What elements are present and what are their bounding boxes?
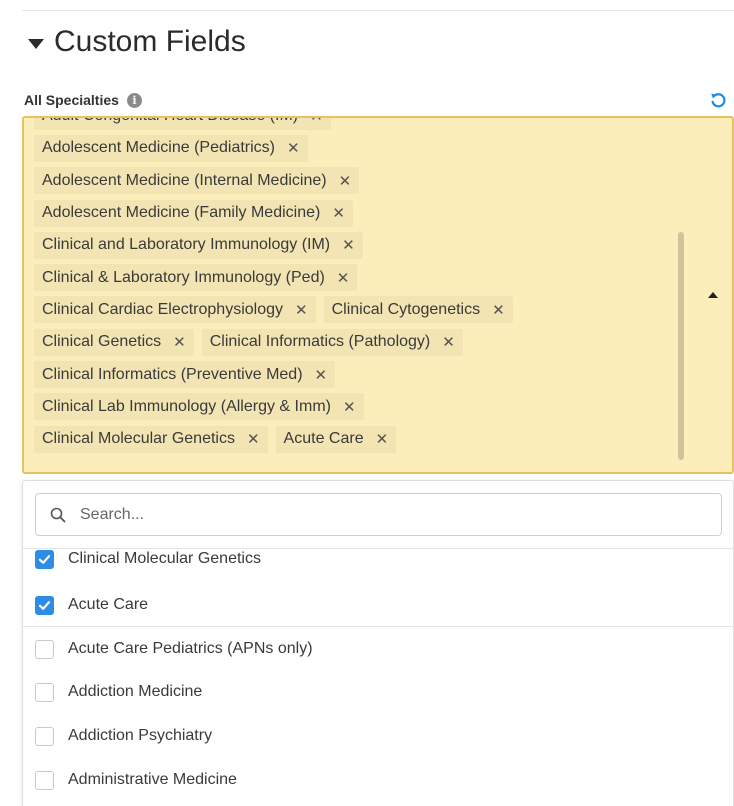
option-item[interactable]: Addiction Psychiatry: [35, 724, 212, 748]
tag-label: Adolescent Medicine (Family Medicine): [42, 204, 321, 222]
option-label: Addiction Psychiatry: [68, 727, 213, 744]
specialty-tag: Adult Congenital Heart Disease (IM) ✕: [34, 118, 331, 130]
tag-row: Clinical Informatics (Preventive Med) ✕: [34, 358, 674, 390]
specialty-tag: Clinical Molecular Genetics ✕: [34, 425, 268, 453]
option-label: Acute Care: [68, 596, 149, 613]
tag-row: Adult Congenital Heart Disease (IM) ✕: [34, 118, 674, 132]
close-icon[interactable]: ✕: [295, 301, 308, 319]
option-item[interactable]: Acute Care Pediatrics (APNs only): [35, 637, 313, 661]
reset-arrow-graphic: [711, 93, 726, 108]
option-item[interactable]: Addiction Medicine: [35, 680, 202, 704]
tag-label: Clinical Informatics (Pathology): [209, 333, 431, 351]
specialty-tag: Clinical & Laboratory Immunology (Ped) ✕: [34, 264, 358, 292]
tag-label: Clinical Cytogenetics: [331, 300, 481, 318]
search-box[interactable]: [35, 493, 722, 536]
specialty-tag: Adolescent Medicine (Internal Medicine) ✕: [34, 167, 360, 195]
tag-row: Adolescent Medicine (Pediatrics) ✕: [34, 132, 674, 164]
caret-down-icon[interactable]: [28, 39, 44, 49]
tag-label: Clinical Lab Immunology (Allergy & Imm): [42, 397, 331, 415]
section-title: Custom Fields: [54, 25, 246, 58]
tag-label: Adolescent Medicine (Internal Medicine): [42, 171, 327, 189]
option-label: Administrative Medicine: [68, 771, 237, 788]
specialty-tag: Clinical Cytogenetics ✕: [323, 296, 513, 324]
checkbox[interactable]: [35, 682, 54, 702]
check-icon: [38, 600, 51, 610]
tag-label: Clinical Informatics (Preventive Med): [42, 365, 303, 383]
checkbox[interactable]: [35, 549, 54, 569]
tag-list: Adult Congenital Heart Disease (IM)✕Adol…: [34, 118, 674, 455]
option-label: Clinical Molecular Genetics: [68, 550, 261, 567]
tag-label: Clinical Cardiac Electrophysiology: [42, 300, 283, 318]
option-item[interactable]: Administrative Medicine: [35, 768, 237, 792]
close-icon[interactable]: ✕: [492, 301, 505, 319]
specialty-tag: Clinical Informatics (Preventive Med) ✕: [34, 361, 336, 389]
specialty-tag: Clinical Cardiac Electrophysiology ✕: [34, 296, 316, 324]
specialty-tag: Adolescent Medicine (Pediatrics) ✕: [34, 134, 308, 162]
tag-row: Clinical Molecular Genetics ✕ Acute Care ✕: [34, 423, 674, 455]
tag-label: Adolescent Medicine (Pediatrics): [42, 139, 275, 157]
specialty-tag: Acute Care ✕: [275, 425, 397, 453]
specialty-tag: Clinical Lab Immunology (Allergy & Imm) ✕: [34, 393, 364, 421]
tag-label: Clinical and Laboratory Immunology (IM): [42, 236, 331, 254]
info-icon[interactable]: i: [126, 92, 142, 108]
search-icon: [50, 507, 66, 522]
tag-row: Adolescent Medicine (Family Medicine) ✕: [34, 197, 674, 229]
close-icon[interactable]: ✕: [342, 236, 355, 254]
checkbox[interactable]: [35, 595, 54, 615]
reset-icon[interactable]: [708, 90, 728, 110]
selected-specialties-box[interactable]: Adult Congenital Heart Disease (IM)✕Adol…: [22, 116, 734, 474]
checkbox[interactable]: [35, 726, 54, 746]
specialty-dropdown: Clinical Molecular Genetics Acute Care Acu…: [22, 480, 734, 806]
tag-label: Clinical & Laboratory Immunology (Ped): [42, 268, 325, 286]
close-icon[interactable]: ✕: [310, 118, 323, 125]
selected-group-divider: [23, 626, 733, 627]
custom-fields-header[interactable]: Custom Fields: [28, 22, 246, 62]
tag-row: Clinical Genetics ✕ Clinical Informatics (…: [34, 326, 674, 358]
close-icon[interactable]: ✕: [339, 172, 352, 190]
top-divider: [22, 10, 734, 11]
tag-label: Adult Congenital Heart Disease (IM): [42, 118, 298, 125]
close-icon[interactable]: ✕: [337, 269, 350, 287]
caret-up-icon[interactable]: [708, 292, 718, 298]
close-icon[interactable]: ✕: [442, 333, 455, 351]
option-label: Acute Care Pediatrics (APNs only): [68, 640, 313, 657]
specialty-tag: Clinical Informatics (Pathology) ✕: [201, 328, 463, 356]
tag-row: Clinical & Laboratory Immunology (Ped) ✕: [34, 261, 674, 293]
close-icon[interactable]: ✕: [343, 398, 356, 416]
tag-scrollbar[interactable]: [678, 232, 684, 460]
close-icon[interactable]: ✕: [376, 430, 389, 448]
tag-row: Clinical Lab Immunology (Allergy & Imm) ✕: [34, 391, 674, 423]
close-icon[interactable]: ✕: [332, 204, 345, 222]
checkbox[interactable]: [35, 770, 54, 790]
field-label-row: All Specialties i: [24, 88, 728, 112]
option-label: Addiction Medicine: [68, 683, 203, 700]
option-item[interactable]: Acute Care: [35, 593, 148, 617]
specialty-tag: Clinical Genetics ✕: [34, 328, 194, 356]
close-icon[interactable]: ✕: [287, 139, 300, 157]
tag-row: Adolescent Medicine (Internal Medicine) ✕: [34, 165, 674, 197]
tag-row: Clinical and Laboratory Immunology (IM) ✕: [34, 229, 674, 261]
tag-label: Acute Care: [283, 430, 364, 448]
close-icon[interactable]: ✕: [315, 366, 328, 384]
tag-row: Clinical Cardiac Electrophysiology ✕ Clini…: [34, 294, 674, 326]
checkbox[interactable]: [35, 639, 54, 659]
close-icon[interactable]: ✕: [173, 333, 186, 351]
option-item[interactable]: Clinical Molecular Genetics: [35, 547, 261, 571]
specialty-tag: Adolescent Medicine (Family Medicine) ✕: [34, 199, 353, 227]
tag-label: Clinical Molecular Genetics: [42, 430, 235, 448]
tag-label: Clinical Genetics: [42, 333, 162, 351]
close-icon[interactable]: ✕: [247, 430, 260, 448]
search-input[interactable]: [78, 504, 678, 525]
specialty-tag: Clinical and Laboratory Immunology (IM) ✕: [34, 231, 363, 259]
field-label: All Specialties: [24, 92, 119, 108]
check-icon: [38, 554, 51, 564]
